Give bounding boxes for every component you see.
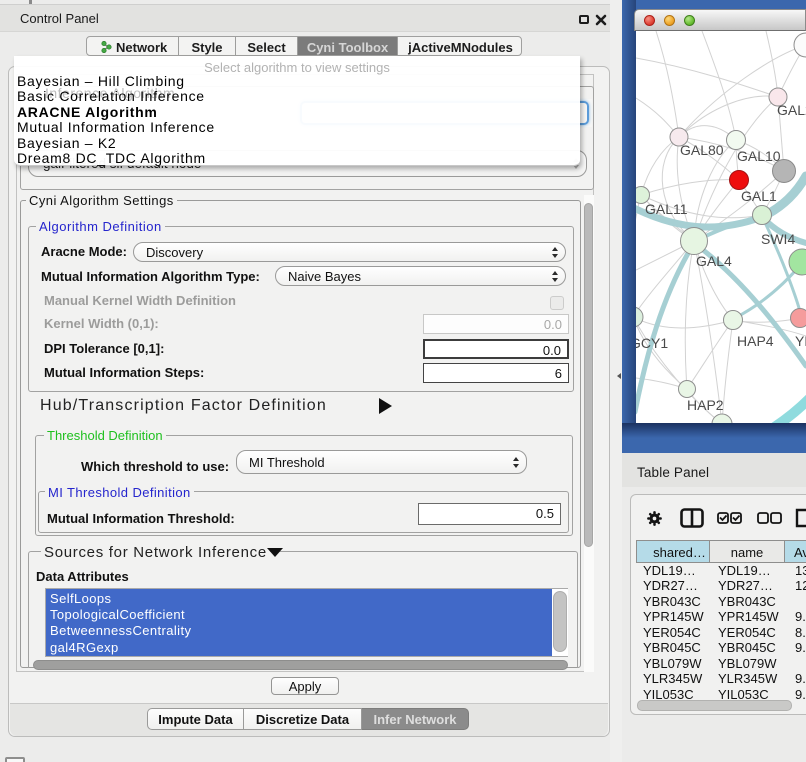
svg-text:GCY1: GCY1 xyxy=(636,335,668,351)
svg-text:HAP4: HAP4 xyxy=(737,333,774,349)
svg-text:GAL10: GAL10 xyxy=(737,148,781,164)
svg-text:GAL11: GAL11 xyxy=(645,201,688,217)
svg-text:SWI4: SWI4 xyxy=(761,231,795,247)
svg-text:GAL4: GAL4 xyxy=(696,253,732,269)
svg-text:GAL2: GAL2 xyxy=(777,102,806,118)
svg-text:HAP2: HAP2 xyxy=(687,397,724,413)
svg-text:YP: YP xyxy=(795,333,806,349)
svg-text:GAL80: GAL80 xyxy=(680,142,724,158)
svg-text:GAL1: GAL1 xyxy=(741,188,777,204)
